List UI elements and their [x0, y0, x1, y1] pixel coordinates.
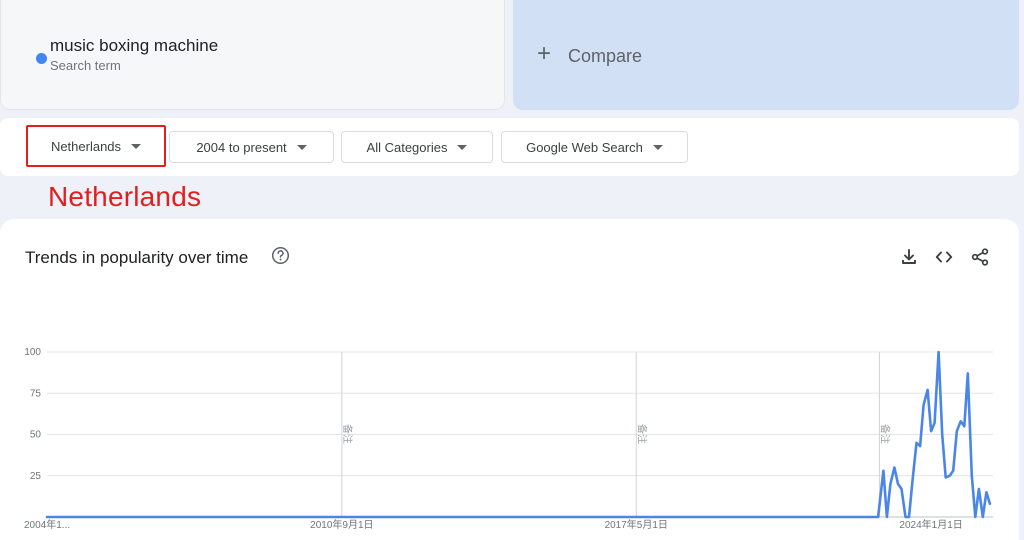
property-filter-dropdown[interactable]: Google Web Search: [501, 131, 688, 163]
time-filter-label: 2004 to present: [196, 139, 287, 155]
interest-over-time-card: Trends in popularity over time 100 75 50 25…: [0, 219, 1019, 540]
compare-button[interactable]: + Compare: [513, 0, 1019, 110]
compare-label: Compare: [568, 46, 643, 66]
category-filter-dropdown[interactable]: All Categories: [341, 131, 493, 163]
time-filter-dropdown[interactable]: 2004 to present: [169, 131, 334, 163]
category-filter-label: All Categories: [366, 139, 448, 155]
caret-down-icon: [296, 145, 307, 150]
search-term-card[interactable]: music boxing machine Search term: [0, 0, 505, 110]
search-term-name[interactable]: music boxing machine: [50, 36, 218, 56]
x-tick-label: 2024年1月1日: [899, 518, 962, 531]
geo-filter-dropdown[interactable]: Netherlands: [26, 125, 166, 167]
series-color-dot: [36, 53, 47, 64]
caret-down-icon: [652, 145, 663, 150]
note-marker-label: 备注: [635, 424, 648, 444]
property-filter-label: Google Web Search: [526, 139, 643, 155]
trend-line-chart: 100 75 50 25 备注 备注 备注 2004年1... 2010年9月1日 2017年5月…: [24, 347, 993, 531]
geo-filter-label: Netherlands: [50, 138, 122, 154]
trends-page: music boxing machine Search term + Compa…: [0, 0, 1024, 540]
note-marker-label: 备注: [341, 424, 354, 444]
filter-bar: Netherlands 2004 to present All Categori…: [0, 118, 1019, 176]
y-tick-label: 75: [30, 388, 42, 399]
x-tick-label: 2010年9月1日: [310, 518, 373, 531]
x-tick-label: 2017年5月1日: [605, 518, 668, 531]
caret-down-icon: [457, 145, 468, 150]
x-tick-label: 2004年1...: [24, 518, 70, 531]
y-tick-label: 25: [30, 471, 42, 482]
note-marker-label: 备注: [878, 424, 891, 444]
plus-icon: +: [537, 40, 552, 67]
search-term-subtitle: Search term: [50, 58, 121, 73]
y-tick-label: 50: [30, 430, 42, 441]
caret-down-icon: [131, 144, 142, 149]
red-annotation-text: Netherlands: [48, 181, 202, 212]
y-tick-label: 100: [24, 347, 41, 358]
